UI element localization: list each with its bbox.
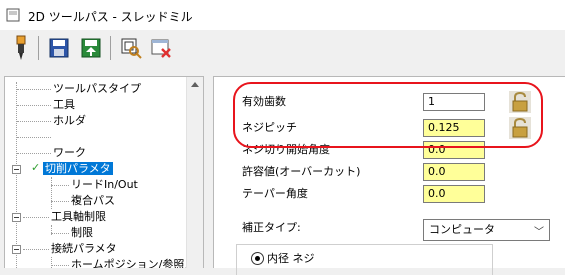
tree-item-label: 工具	[53, 98, 75, 111]
tree-item-blank[interactable]	[17, 129, 53, 145]
delete-icon	[151, 39, 171, 58]
lock-icon[interactable]	[509, 117, 531, 139]
tree-scrollbar[interactable]	[186, 77, 203, 268]
tree-item-label: 接続パラメタ	[51, 242, 117, 255]
toolbar-separator	[110, 36, 111, 60]
internal-thread-radio[interactable]	[251, 252, 264, 265]
tree-item-label: ツールパスタイプ	[53, 82, 141, 95]
cut-parameters-panel: 有効歯数 1 ネジピッチ 0.125 ネジ切り開始角度 0.0 許容値(オーバー…	[213, 76, 565, 275]
tree-item-linking-params[interactable]: 接続パラメタ	[23, 241, 117, 257]
tree-item-home-position[interactable]: ホームポジション/参照点	[51, 257, 195, 268]
tree-item-cut-params[interactable]: 切削パラメタ	[43, 161, 113, 177]
tree-item-stock[interactable]: ワーク	[17, 145, 86, 161]
tree-item-toolpath-type[interactable]: ツールパスタイプ	[17, 81, 141, 97]
title-bar: 2D ツールパス - スレッドミル	[0, 0, 565, 31]
tree-item-label: 複合パス	[71, 194, 115, 207]
thread-pitch-label: ネジピッチ	[242, 121, 297, 134]
effective-teeth-field[interactable]: 1	[423, 93, 485, 111]
lock-icon[interactable]	[509, 91, 531, 113]
thread-start-angle-field[interactable]: 0.0	[423, 141, 485, 159]
thread-pitch-field[interactable]: 0.125	[423, 119, 485, 137]
toolbar-separator	[38, 36, 39, 60]
tree-item-label: 制限	[71, 226, 93, 239]
save-as-button[interactable]	[78, 35, 104, 61]
save-button[interactable]	[46, 35, 72, 61]
save-icon	[49, 38, 69, 58]
effective-teeth-label: 有効歯数	[242, 95, 286, 108]
compensation-type-value: コンピュータ	[429, 223, 495, 236]
tree-item-lead-in-out[interactable]: リードIn/Out	[51, 177, 138, 193]
collapse-button[interactable]	[12, 165, 21, 174]
parameter-tree: ツールパスタイプ 工具 ホルダ ワーク ✓ 切削パラメタ リードIn/Out 複…	[4, 76, 204, 268]
tolerance-field[interactable]: 0.0	[423, 163, 485, 181]
chevron-down-icon: ﹀	[534, 227, 544, 238]
app-icon	[6, 8, 20, 22]
delete-button[interactable]	[148, 35, 174, 61]
tree-item-axis-control[interactable]: 工具軸制限	[23, 209, 106, 225]
tree-item-multi-passes[interactable]: 複合パス	[51, 193, 115, 209]
toolbar	[0, 30, 565, 68]
tree-item-label: ホルダ	[53, 114, 86, 127]
tree-item-tool[interactable]: 工具	[17, 97, 75, 113]
scroll-up-icon[interactable]	[191, 82, 199, 87]
compensation-type-select[interactable]: コンピュータ ﹀	[423, 219, 550, 241]
window-title: 2D ツールパス - スレッドミル	[28, 10, 193, 24]
preview-button[interactable]	[118, 35, 144, 61]
check-icon: ✓	[31, 161, 41, 174]
collapse-button[interactable]	[12, 245, 21, 254]
tool-select-button[interactable]	[8, 35, 34, 61]
tree-item-label: リードIn/Out	[71, 178, 138, 191]
compensation-type-label: 補正タイプ:	[242, 221, 301, 234]
internal-thread-label: 内径 ネジ	[267, 252, 315, 265]
tree-item-holder[interactable]: ホルダ	[17, 113, 86, 129]
tool-icon	[16, 35, 26, 60]
tree-item-label: 切削パラメタ	[43, 162, 113, 175]
tree-item-label: 工具軸制限	[51, 210, 106, 223]
tree-item-label: ワーク	[53, 146, 86, 159]
save-as-icon	[81, 38, 101, 58]
preview-icon	[121, 38, 142, 59]
thread-type-group: 内径 ネジ	[236, 244, 493, 275]
tolerance-label: 許容値(オーバーカット)	[242, 165, 361, 178]
thread-start-angle-label: ネジ切り開始角度	[242, 143, 330, 156]
tree-item-limits[interactable]: 制限	[51, 225, 93, 241]
collapse-button[interactable]	[12, 213, 21, 222]
taper-angle-field[interactable]: 0.0	[423, 185, 485, 203]
taper-angle-label: テーパー角度	[242, 187, 308, 200]
